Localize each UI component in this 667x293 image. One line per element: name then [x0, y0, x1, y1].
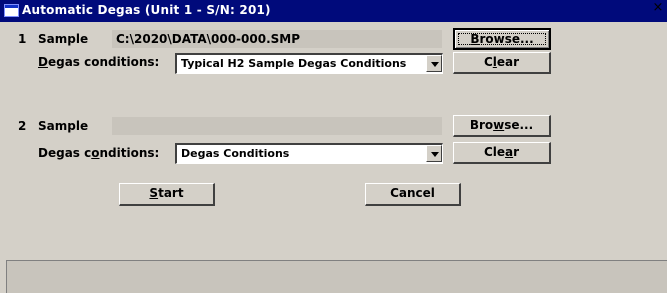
- sample-1-number: 1: [18, 32, 27, 46]
- start-button[interactable]: Start: [119, 183, 215, 206]
- chevron-down-icon[interactable]: [426, 145, 442, 162]
- chevron-down-icon[interactable]: [426, 55, 442, 72]
- cancel-button[interactable]: Cancel: [365, 183, 461, 206]
- sample-2-path-field: [112, 117, 442, 135]
- sample-1-degas-select[interactable]: Typical H2 Sample Degas Conditions: [175, 53, 443, 74]
- sample-2-degas-label: Degas conditions:: [38, 146, 160, 160]
- sample-1-path: C:\2020\DATA\000-000.SMP: [116, 32, 301, 46]
- sample-1-clear-button[interactable]: Clear: [453, 52, 551, 74]
- sample-2-browse-button[interactable]: Browse...: [453, 115, 551, 137]
- sample-2-number: 2: [18, 119, 27, 133]
- status-bar: [6, 260, 667, 293]
- sample-1-degas-label: Degas conditions:: [38, 55, 160, 69]
- sample-2-label: Sample: [38, 119, 89, 133]
- sample-1-path-field: C:\2020\DATA\000-000.SMP: [112, 30, 442, 48]
- sample-2-degas-value: Degas Conditions: [181, 147, 290, 160]
- sample-2-degas-select[interactable]: Degas Conditions: [175, 143, 443, 164]
- close-icon[interactable]: ×: [651, 1, 665, 15]
- window-icon: [4, 4, 19, 17]
- sample-1-browse-button[interactable]: Browse...: [453, 28, 551, 50]
- window-title: Automatic Degas (Unit 1 - S/N: 201): [22, 3, 271, 17]
- sample-1-degas-value: Typical H2 Sample Degas Conditions: [181, 57, 407, 70]
- automatic-degas-dialog: Automatic Degas (Unit 1 - S/N: 201) × 1 …: [0, 0, 667, 293]
- sample-1-label: Sample: [38, 32, 89, 46]
- title-bar: Automatic Degas (Unit 1 - S/N: 201) ×: [0, 0, 667, 22]
- sample-2-clear-button[interactable]: Clear: [453, 142, 551, 164]
